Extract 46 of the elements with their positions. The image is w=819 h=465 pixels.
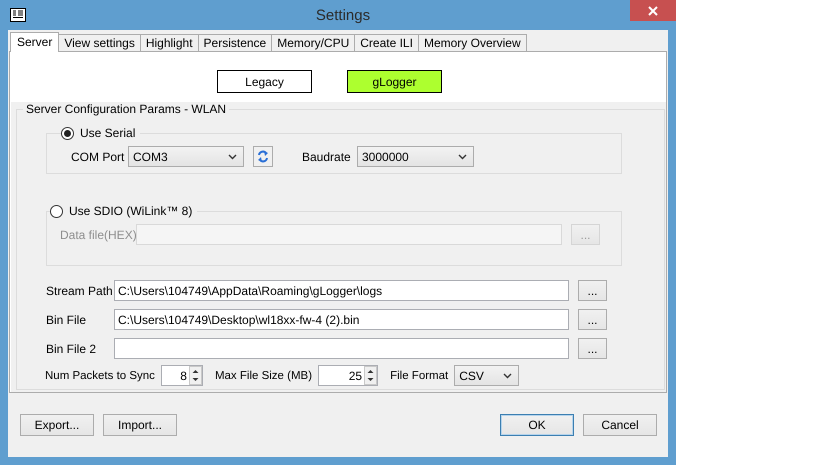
tab[interactable]: Server — [10, 32, 60, 52]
dialog-button[interactable]: Cancel — [583, 414, 657, 436]
field-label: Bin File 2 — [46, 342, 98, 356]
field-label: Bin File — [46, 312, 88, 326]
field-label: COM Port — [71, 150, 126, 164]
mode-button[interactable]: gLogger — [347, 70, 442, 93]
input-field[interactable]: C:\Users\104749\Desktop\wl18xx-fw-4 (2).bin — [114, 309, 569, 330]
baudrate-dropdown[interactable]: 3000000 — [357, 146, 474, 167]
chevron-icon — [503, 372, 512, 378]
tab[interactable]: Memory Overview — [418, 34, 527, 51]
number-spinner[interactable]: 8 — [160, 365, 203, 386]
sdio-radio[interactable]: Use SDIO (WiLink™ 8) — [50, 204, 192, 218]
tab[interactable]: Memory/CPU — [271, 34, 356, 51]
field-label: Data file(HEX) — [60, 228, 136, 242]
input-field[interactable] — [136, 224, 562, 245]
tab[interactable]: View settings — [58, 34, 141, 51]
window-title: Settings — [314, 6, 372, 24]
browse-button[interactable]: ... — [578, 280, 607, 301]
close-button[interactable] — [630, 0, 676, 21]
chevron-icon — [228, 154, 237, 160]
field-label: Num Packets to Sync — [45, 370, 155, 382]
dialog-button[interactable]: Import... — [103, 414, 177, 436]
serial-radio[interactable]: Use Serial — [61, 126, 136, 140]
dialog-button[interactable]: OK — [500, 414, 574, 436]
field-label: File Format — [390, 370, 448, 382]
field-label: Stream Path — [46, 284, 114, 298]
spin-arrows-icon — [188, 366, 202, 385]
tab[interactable]: Highlight — [140, 34, 199, 51]
field-label: Baudrate — [302, 150, 352, 164]
spin-arrows-icon — [364, 366, 378, 385]
com-port-dropdown[interactable]: COM3 — [128, 146, 244, 167]
browse-button[interactable]: ... — [578, 309, 607, 330]
mode-button[interactable]: Legacy — [217, 70, 312, 93]
chevron-icon — [458, 154, 467, 160]
group-title: Server Configuration Params - WLAN — [25, 102, 228, 116]
refresh-icon — [257, 150, 269, 163]
format-dropdown[interactable]: CSV — [454, 365, 520, 386]
input-field[interactable] — [114, 338, 569, 359]
app-icon — [10, 8, 26, 22]
close-icon — [648, 6, 658, 16]
number-spinner[interactable]: 25 — [318, 365, 378, 386]
browse-button[interactable]: ... — [578, 338, 607, 359]
field-label: Max File Size (MB) — [214, 370, 312, 382]
input-field[interactable]: C:\Users\104749\AppData\Roaming\gLogger\logs — [114, 280, 569, 301]
dialog-button[interactable]: Export... — [20, 414, 94, 436]
refresh-button[interactable] — [253, 146, 273, 167]
